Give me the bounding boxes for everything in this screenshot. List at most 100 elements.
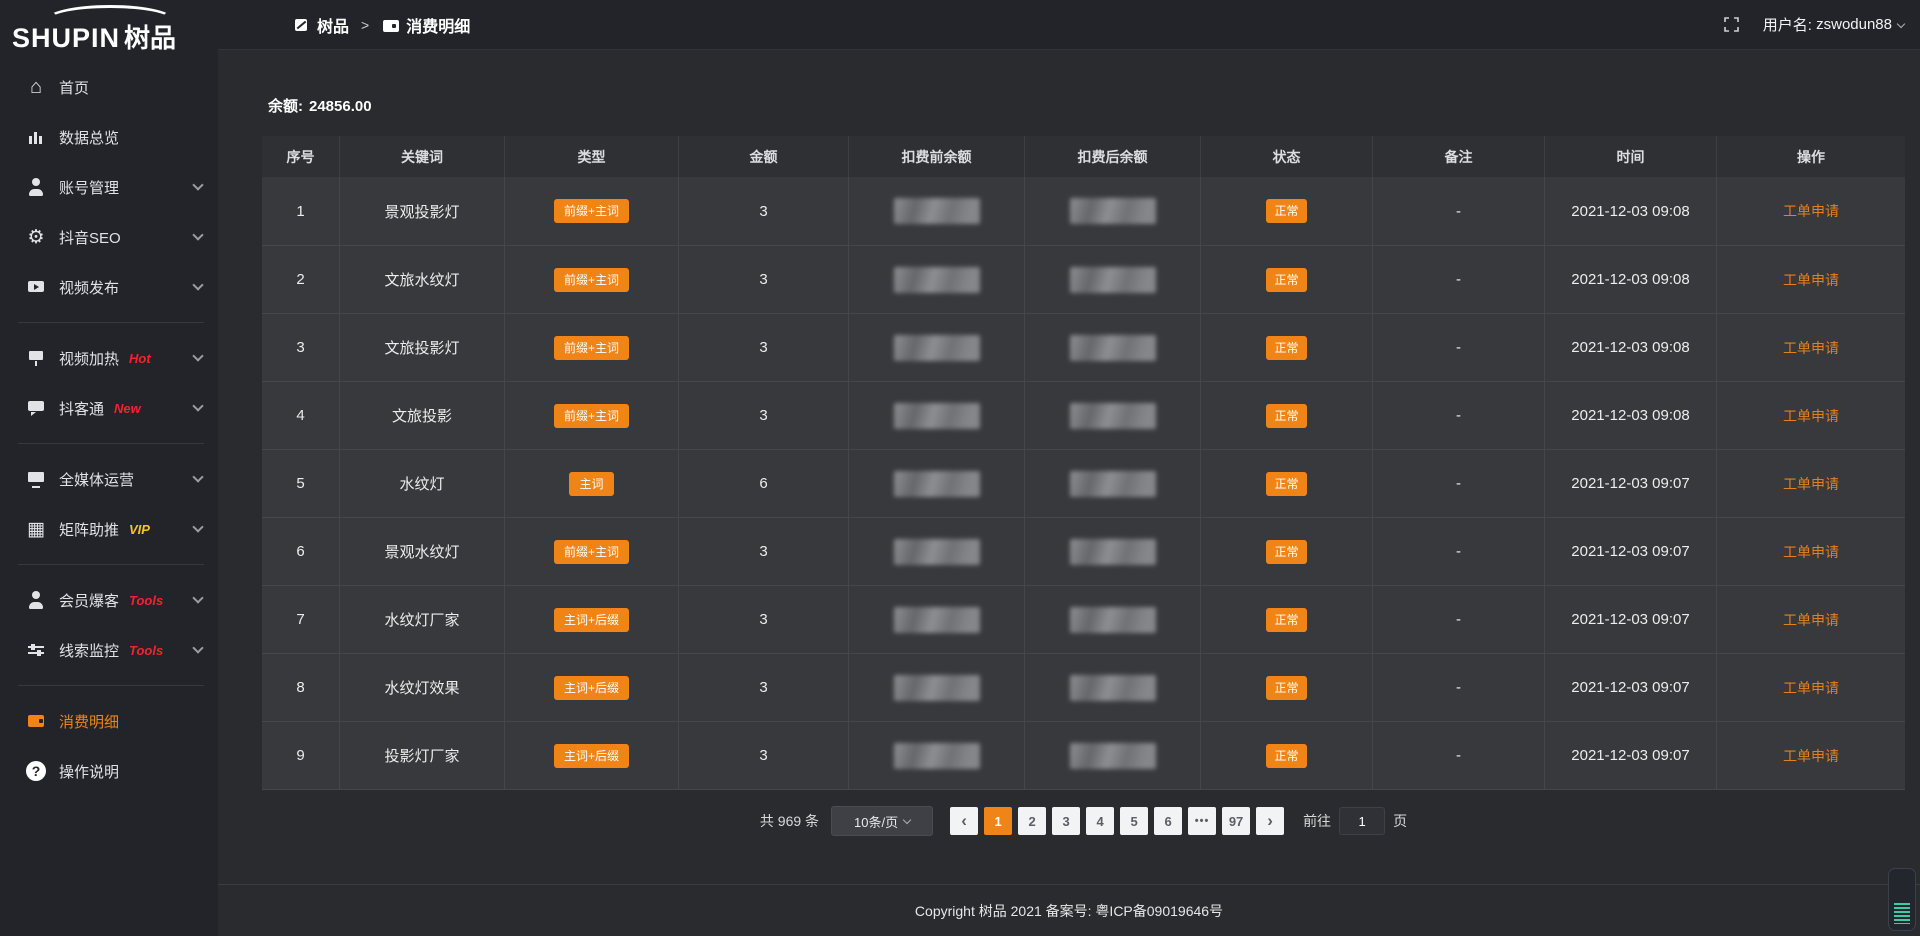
- cell-type: 主词+后缀: [505, 654, 679, 721]
- sidebar-item-account-management[interactable]: 账号管理: [0, 162, 218, 212]
- table-header-cell: 操作: [1717, 136, 1905, 177]
- page-button[interactable]: 6: [1154, 807, 1182, 835]
- goto-page: 前往 页: [1303, 807, 1407, 835]
- ticket-apply-link[interactable]: 工单申请: [1783, 338, 1839, 358]
- page-button[interactable]: 5: [1120, 807, 1148, 835]
- cell-action: 工单申请: [1717, 518, 1905, 585]
- sidebar-item-tag: VIP: [129, 522, 150, 537]
- cell-balance-before: [849, 654, 1025, 721]
- redacted-balance-before: [894, 675, 980, 701]
- ticket-apply-link[interactable]: 工单申请: [1783, 542, 1839, 562]
- sidebar-item-label: 数据总览: [59, 127, 119, 148]
- table-row: 3 文旅投影灯 前缀+主词 3 正常 - 2021-12-03 09:08 工单…: [262, 313, 1905, 381]
- cell-balance-after: [1025, 654, 1201, 721]
- cell-action: 工单申请: [1717, 450, 1905, 517]
- redacted-balance-after: [1070, 675, 1156, 701]
- chevron-down-icon: [192, 521, 203, 532]
- sidebar-item-video-publish[interactable]: 视频发布: [0, 262, 218, 312]
- cell-balance-before: [849, 246, 1025, 313]
- type-badge: 前缀+主词: [554, 404, 629, 428]
- cell-status: 正常: [1201, 177, 1373, 245]
- sidebar-item-doukuaitong[interactable]: 抖客通 New: [0, 383, 218, 433]
- status-badge: 正常: [1266, 676, 1306, 700]
- page-button[interactable]: •••: [1188, 807, 1216, 835]
- cell-amount: 6: [679, 450, 849, 517]
- page-button[interactable]: 3: [1052, 807, 1080, 835]
- cell-note: -: [1373, 722, 1545, 789]
- breadcrumb-separator: >: [361, 17, 369, 33]
- cell-balance-before: [849, 450, 1025, 517]
- breadcrumb-root[interactable]: 树品: [292, 13, 349, 37]
- sidebar-divider: [18, 564, 204, 565]
- cell-type: 主词+后缀: [505, 722, 679, 789]
- chevron-down-icon: [192, 229, 203, 240]
- ticket-apply-link[interactable]: 工单申请: [1783, 201, 1839, 221]
- status-badge: 正常: [1266, 540, 1306, 564]
- cell-note: -: [1373, 382, 1545, 449]
- status-badge: 正常: [1266, 268, 1306, 292]
- page-button[interactable]: 1: [984, 807, 1012, 835]
- cell-time: 2021-12-03 09:08: [1545, 177, 1717, 245]
- widget-stripes-icon: [1894, 903, 1910, 924]
- cell-amount: 3: [679, 654, 849, 721]
- ticket-apply-link[interactable]: 工单申请: [1783, 270, 1839, 290]
- sidebar-item-clue-monitor[interactable]: 线索监控 Tools: [0, 625, 218, 675]
- app-root: SHUPIN树品 首页 数据总览: [0, 0, 1920, 936]
- sidebar-item-member-baoke[interactable]: 会员爆客 Tools: [0, 575, 218, 625]
- sidebar-item-matrix-boost[interactable]: 矩阵助推 VIP: [0, 504, 218, 554]
- sidebar-item-label: 会员爆客: [59, 590, 119, 611]
- breadcrumb-current[interactable]: 消费明细: [381, 13, 470, 37]
- cell-note: -: [1373, 654, 1545, 721]
- next-page-button[interactable]: ›: [1256, 807, 1284, 835]
- main-content: 余额:24856.00 序号 关键词 类型 金额 扣费前余额 扣费后余额 状态: [218, 51, 1920, 936]
- home-icon: [26, 77, 46, 97]
- table-header-cell: 状态: [1201, 136, 1373, 177]
- ticket-apply-link[interactable]: 工单申请: [1783, 746, 1839, 766]
- page-button[interactable]: 97: [1222, 807, 1250, 835]
- cell-balance-after: [1025, 586, 1201, 653]
- table-row: 6 景观水纹灯 前缀+主词 3 正常 - 2021-12-03 09:07 工单…: [262, 517, 1905, 585]
- cell-status: 正常: [1201, 314, 1373, 381]
- user-dropdown[interactable]: 用户名: zswodun88: [1763, 14, 1904, 35]
- redacted-balance-before: [894, 743, 980, 769]
- cell-keyword: 水纹灯厂家: [340, 586, 505, 653]
- cell-action: 工单申请: [1717, 177, 1905, 245]
- cell-index: 9: [262, 722, 340, 789]
- goto-page-input[interactable]: [1339, 807, 1385, 835]
- page-button[interactable]: 4: [1086, 807, 1114, 835]
- ticket-apply-link[interactable]: 工单申请: [1783, 678, 1839, 698]
- browser-widget[interactable]: [1888, 868, 1916, 931]
- cell-index: 2: [262, 246, 340, 313]
- table-body: 1 景观投影灯 前缀+主词 3 正常 - 2021-12-03 09:08 工单…: [262, 177, 1905, 789]
- page-button[interactable]: 2: [1018, 807, 1046, 835]
- table-row: 5 水纹灯 主词 6 正常 - 2021-12-03 09:07 工单申请: [262, 449, 1905, 517]
- sidebar-item-data-overview[interactable]: 数据总览: [0, 112, 218, 162]
- total-count: 共 969 条: [760, 811, 819, 831]
- sidebar-item-omni-media-operation[interactable]: 全媒体运营: [0, 454, 218, 504]
- status-badge: 正常: [1266, 404, 1306, 428]
- prev-page-button[interactable]: ‹: [950, 807, 978, 835]
- sidebar-item-tag: Tools: [129, 593, 163, 608]
- status-badge: 正常: [1266, 336, 1306, 360]
- table-header-cell: 扣费前余额: [849, 136, 1025, 177]
- cell-amount: 3: [679, 518, 849, 585]
- cell-amount: 3: [679, 314, 849, 381]
- page-size-select[interactable]: 10条/页: [831, 806, 933, 836]
- sidebar-item-label: 抖音SEO: [59, 227, 121, 248]
- ticket-apply-link[interactable]: 工单申请: [1783, 474, 1839, 494]
- copyright-text: Copyright 树品 2021 备案号: 粤ICP备09019646号: [915, 901, 1223, 921]
- cell-keyword: 水纹灯: [340, 450, 505, 517]
- ticket-apply-link[interactable]: 工单申请: [1783, 406, 1839, 426]
- sidebar-item-douyin-seo[interactable]: 抖音SEO: [0, 212, 218, 262]
- sidebar-item-instructions[interactable]: 操作说明: [0, 746, 218, 796]
- chevron-down-icon: [1897, 19, 1905, 27]
- cell-status: 正常: [1201, 586, 1373, 653]
- ticket-apply-link[interactable]: 工单申请: [1783, 610, 1839, 630]
- cell-time: 2021-12-03 09:07: [1545, 654, 1717, 721]
- cell-type: 前缀+主词: [505, 177, 679, 245]
- sidebar-item-video-heating[interactable]: 视频加热 Hot: [0, 333, 218, 383]
- sidebar-item-consumption-detail[interactable]: 消费明细: [0, 696, 218, 746]
- fullscreen-icon[interactable]: [1724, 17, 1739, 32]
- cell-action: 工单申请: [1717, 586, 1905, 653]
- sidebar-item-home[interactable]: 首页: [0, 62, 218, 112]
